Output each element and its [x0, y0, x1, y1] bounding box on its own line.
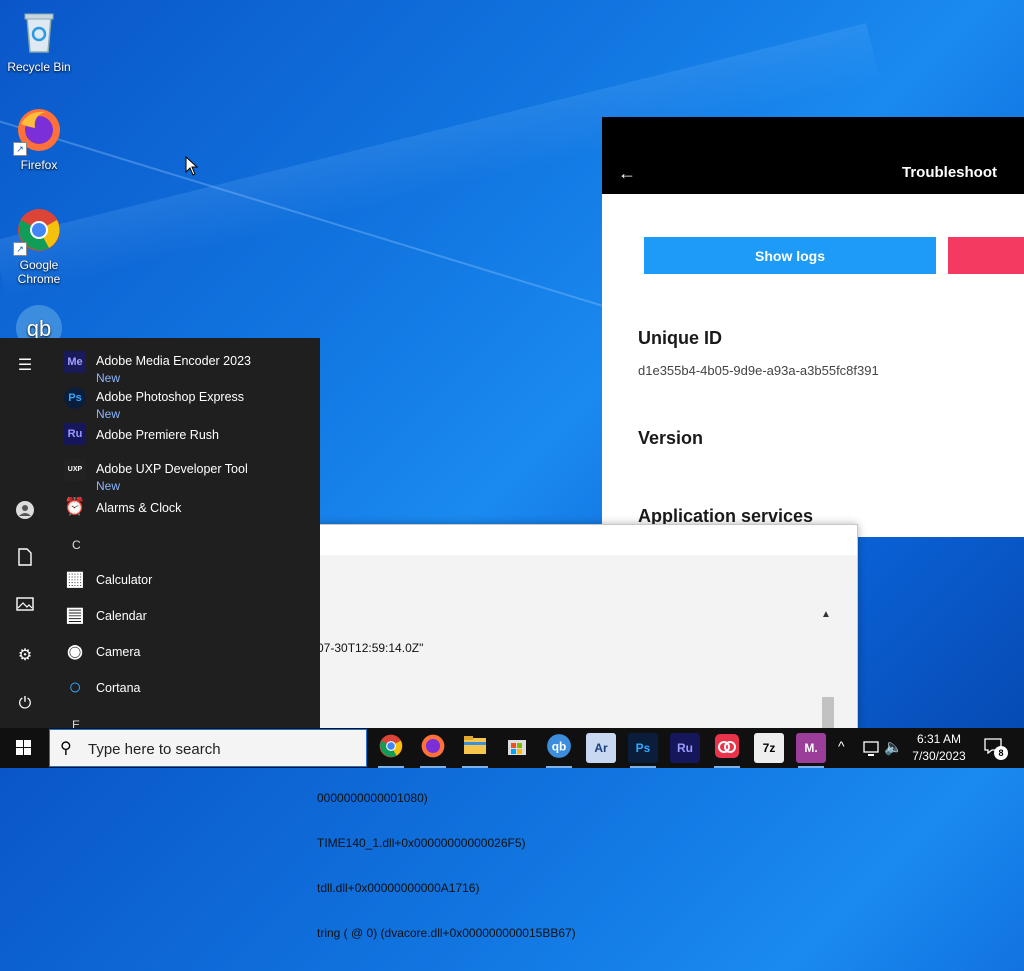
chrome-icon: ↗ [13, 206, 63, 256]
media-encoder-icon: Me [64, 351, 86, 373]
mouse-cursor-icon [185, 155, 199, 181]
taskbar-chrome[interactable] [376, 733, 406, 768]
new-badge: New [96, 371, 121, 385]
desktop-icon-label: Recycle Bin [7, 60, 71, 74]
volume-speaker-icon[interactable]: 🔈 [884, 728, 903, 768]
log-window-titlebar[interactable] [317, 525, 857, 555]
desktop-icon-label: Google Chrome [17, 258, 61, 286]
log-line: tdll.dll+0x00000000000A1716) [317, 881, 480, 895]
user-account-icon[interactable] [13, 500, 37, 524]
log-window: 07-30T12:59:14.0Z" ----------- 000000000… [316, 524, 858, 940]
log-scrollbar[interactable]: ▲ [821, 609, 835, 737]
taskbar-adobe-photoshop-express[interactable]: Ps [628, 733, 658, 768]
log-line: TIME140_1.dll+0x00000000000026F5) [317, 836, 526, 850]
folder-icon [464, 736, 486, 754]
network-icon[interactable] [862, 728, 880, 768]
settings-gear-icon[interactable]: ⚙ [13, 644, 37, 668]
new-badge: New [96, 407, 121, 421]
power-icon[interactable]: ⏻ [13, 692, 37, 716]
scroll-up-icon[interactable]: ▲ [821, 609, 835, 620]
adobe-aero-icon: Ar [594, 741, 608, 755]
taskbar-adobe-aero[interactable]: Ar [586, 733, 616, 763]
app-name: Adobe Premiere Rush [96, 428, 219, 442]
photoshop-express-icon: Ps [635, 741, 651, 755]
desktop-icon-recycle-bin[interactable]: Recycle Bin [0, 8, 78, 74]
windows-logo-icon [16, 740, 31, 755]
notification-center-icon[interactable]: 8 [984, 738, 1008, 760]
clock-date: 7/30/2023 [912, 749, 966, 763]
show-logs-button[interactable]: Show logs [644, 237, 936, 274]
show-hidden-icons-chevron-icon[interactable]: ^ [838, 728, 854, 768]
desktop-icon-google-chrome[interactable]: ↗ Google Chrome [0, 206, 78, 286]
taskbar-app-m[interactable]: M. [796, 733, 826, 768]
taskbar-search-box[interactable]: ⚲ Type here to search [49, 729, 367, 767]
log-line: 07-30T12:59:14.0Z" [317, 641, 424, 655]
creative-cloud-icon [715, 734, 739, 758]
taskbar-adobe-premiere-rush[interactable]: Ru [670, 733, 700, 763]
app-name: Cortana [96, 681, 141, 695]
taskbar-file-explorer[interactable] [460, 733, 490, 768]
app-name: Adobe Media Encoder 2023 [96, 354, 251, 368]
troubleshoot-window: ← Troubleshoot Show logs Unique ID d1e35… [602, 117, 1024, 537]
shortcut-arrow-icon: ↗ [13, 242, 27, 256]
log-line: tring ( @ 0) (dvacore.dll+0x000000000015… [317, 926, 576, 940]
version-heading: Version [638, 428, 704, 448]
store-bag-icon [508, 740, 526, 755]
svg-text:qb: qb [552, 739, 567, 753]
search-input[interactable]: Type here to search [88, 741, 221, 758]
unique-id-value: d1e355b4-4b05-9d9e-a93a-a3b55fc8f391 [638, 363, 879, 378]
uxp-developer-tool-icon: UXP [64, 459, 86, 481]
firefox-icon [421, 734, 445, 758]
7zip-icon: 7z [762, 741, 776, 755]
start-button[interactable] [0, 728, 48, 768]
photoshop-express-icon: Ps [64, 387, 86, 409]
documents-icon[interactable] [13, 548, 37, 572]
troubleshoot-title: Troubleshoot [902, 164, 997, 181]
app-name: Camera [96, 645, 141, 659]
section-letter-c[interactable]: C [72, 538, 81, 552]
troubleshoot-header: ← Troubleshoot [602, 117, 1024, 194]
desktop-icon-label: Firefox [20, 158, 58, 172]
notification-count-badge: 8 [994, 746, 1008, 760]
clock-time: 6:31 AM [916, 732, 962, 746]
log-line: 0000000000001080) [317, 791, 428, 805]
m-app-icon: M. [804, 741, 818, 755]
premiere-rush-icon: Ru [677, 741, 693, 755]
app-name: Adobe UXP Developer Tool [96, 462, 248, 476]
calculator-icon: ▦ [65, 568, 85, 590]
start-menu: ☰ ⚙ ⏻ Me Adobe Media Encoder 2023 New Ps… [0, 338, 320, 730]
start-menu-rail: ☰ ⚙ ⏻ [0, 338, 50, 730]
app-name: Alarms & Clock [96, 501, 182, 515]
hamburger-menu-icon[interactable]: ☰ [13, 354, 37, 378]
qbittorrent-icon: qb [547, 734, 571, 758]
alarm-clock-icon: ⏰ [64, 497, 86, 516]
app-name: Adobe Photoshop Express [96, 390, 245, 404]
system-clock[interactable]: 6:31 AM 7/30/2023 [904, 731, 974, 765]
chrome-icon [379, 734, 403, 758]
taskbar: ⚲ Type here to search qb Ar Ps Ru 7z M. … [0, 728, 1024, 768]
search-icon: ⚲ [60, 740, 72, 757]
app-name: Calendar [96, 609, 147, 623]
pictures-icon[interactable] [13, 596, 37, 620]
taskbar-qbittorrent[interactable]: qb [544, 733, 574, 768]
unique-id-heading: Unique ID [638, 328, 722, 348]
cortana-icon: ○ [68, 674, 82, 699]
recycle-bin-icon [15, 8, 63, 56]
camera-icon: ◉ [67, 641, 83, 661]
log-text: 07-30T12:59:14.0Z" ----------- 000000000… [317, 611, 576, 971]
premiere-rush-icon: Ru [64, 423, 86, 445]
red-action-button[interactable] [948, 237, 1024, 274]
calendar-icon: ▤ [65, 604, 85, 626]
start-app-list: Me Adobe Media Encoder 2023 New Ps Adobe… [50, 338, 320, 730]
desktop-icon-firefox[interactable]: ↗ Firefox [0, 106, 78, 172]
new-badge: New [96, 479, 121, 493]
back-arrow-icon[interactable]: ← [618, 163, 636, 184]
shortcut-arrow-icon: ↗ [13, 142, 27, 156]
taskbar-firefox[interactable] [418, 733, 448, 768]
taskbar-microsoft-store[interactable] [502, 733, 532, 763]
taskbar-7zip[interactable]: 7z [754, 733, 784, 763]
taskbar-creative-cloud[interactable] [712, 733, 742, 768]
app-name: Calculator [96, 573, 153, 587]
firefox-icon: ↗ [13, 106, 63, 156]
